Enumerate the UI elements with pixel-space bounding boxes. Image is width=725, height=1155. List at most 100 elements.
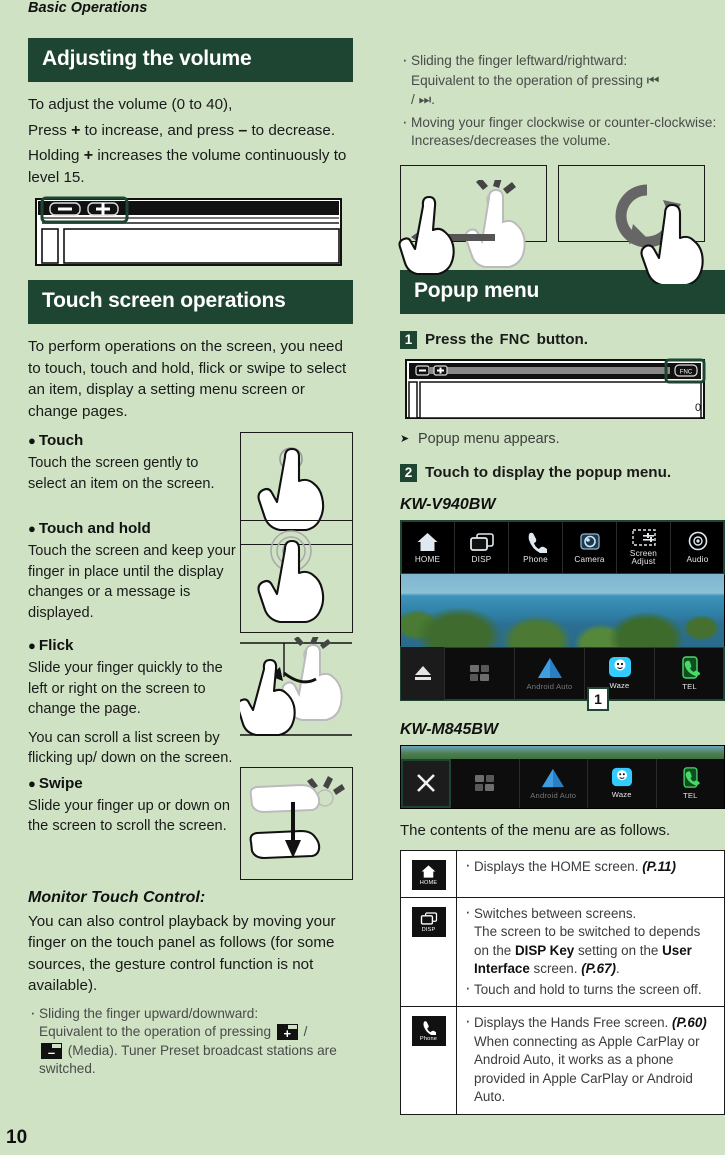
gesture-flick-desc-2: You can scroll a list screen by flicking… [28,729,233,767]
volume-line-2-c: to decrease. [251,121,336,139]
display-switch-icon [469,532,494,551]
gesture-touch-hold-desc: Touch the screen and keep your finger in… [28,543,236,621]
desc-text: Displays the HOME screen. [474,858,643,874]
monitor-touch-control-heading: Monitor Touch Control: [28,888,206,906]
volume-line-3: Holding + increases the volume continuou… [28,145,353,188]
step-1-text-a: Press the [425,330,494,348]
gesture-note-rotate: Moving your finger clockwise or counter-… [400,113,725,151]
gesture-flick-desc: Slide your finger quickly to the left or… [28,660,223,717]
eject-icon [414,666,431,680]
gesture-touch-and-hold: ● Touch and hold Touch the screen and kee… [28,520,353,633]
popup-key-android-auto[interactable]: Android Auto [515,646,585,700]
volume-line-2-a: Press [28,121,67,139]
table-row-desc-disp: Switches between screens. The screen to … [456,897,725,1007]
table-row-icon-disp: DISP [400,897,457,1007]
monitor-touch-bullet-updown: Sliding the finger upward/downward: Equi… [28,1004,353,1079]
plus-symbol: + [71,121,81,139]
manual-page: Basic Operations Adjusting the volume To… [0,0,725,1155]
step-1-number: 1 [400,330,417,349]
popup2-key-tel-label: TEL [682,790,698,800]
popup-key-apps[interactable] [445,646,515,700]
minus-symbol: – [238,121,248,139]
step-1: 1 Press the FNC button. [400,330,725,350]
popup2-key-apps[interactable] [451,758,520,808]
popup-key-audio-label: Audio [686,554,709,564]
left-column: Adjusting the volume To adjust the volum… [28,38,353,1079]
audio-disc-icon [688,531,707,550]
popup2-photo-strip [401,745,724,759]
step-2-number: 2 [400,463,417,482]
popup-key-home[interactable]: HOME [401,520,455,574]
popup-bottom-row: Android Auto Waze TEL [400,645,725,701]
note-period: . [431,92,435,107]
step-1-text-b: button. [536,330,589,348]
home-icon: HOME [411,859,446,890]
gesture-touch-hold-illustration [240,520,353,633]
menu-desc-list: Displays the Hands Free screen. (P.60) W… [463,1012,718,1107]
gesture-flick: ● Flick Slide your finger quickly to the … [28,637,353,769]
menu-desc-item: Switches between screens. The screen to … [463,903,718,979]
popup-key-android-auto-label: Android Auto [526,681,573,691]
table-icon-label: Phone [419,1036,438,1042]
tel-icon [683,766,700,788]
popup2-key-android-auto[interactable]: Android Auto [520,758,588,808]
phone-handset-icon [528,532,547,553]
note-rotate-text: Moving your finger clockwise or counter-… [411,114,717,149]
menu-desc-list: Displays the HOME screen. (P.11) [463,856,718,877]
menu-contents-table: HOME Displays the HOME screen. (P.11) [400,849,725,1115]
popup2-key-waze[interactable]: Waze [588,758,657,808]
home-icon [417,532,438,551]
step-1-result: Popup menu appears. [400,431,725,447]
menu-desc-item: Displays the Hands Free screen. (P.60) W… [463,1012,718,1107]
popup-menu-screen-kw-v940bw: HOME DISP Phone Camera Screen Adjust Aud… [400,519,725,711]
table-row-desc-phone: Displays the Hands Free screen. (P.60) W… [457,1007,725,1115]
table-row: HOME Displays the HOME screen. (P.11) [400,850,725,898]
popup2-key-android-auto-label: Android Auto [530,790,577,800]
popup-key-disp[interactable]: DISP [455,520,509,574]
model-label-kw-v940bw: KW-V940BW [400,495,496,513]
table-row-desc-home: Displays the HOME screen. (P.11) [456,850,725,898]
volume-line-3-a: Holding [28,147,80,164]
popup-key-eject[interactable] [401,646,445,700]
popup-key-tel[interactable]: TEL [655,647,724,700]
desc-text: . [615,961,620,976]
tel-icon [681,655,700,679]
bullet-updown-b: Equivalent to the operation of pressing [39,1024,272,1039]
phone-handset-icon: Phone [411,1016,446,1046]
volume-line-2: Press + to increase, and press – to decr… [28,120,353,142]
volume-faceplate-illustration [28,196,353,268]
svg-text:0: 0 [695,402,701,414]
section-heading-touch-screen-operations: Touch screen operations [28,280,353,324]
waze-icon [611,767,632,787]
menu-desc-item: Displays the HOME screen. (P.11) [463,856,718,877]
desc-text: screen. [529,961,582,976]
gesture-flick-illustration [240,637,353,750]
bullet-dot-icon: ● [28,638,36,653]
table-row: DISP Switches between screens. The scree… [400,897,725,1007]
note-separator: / [411,92,415,107]
fnc-faceplate-illustration: FNC 0 [400,358,725,420]
popup-key-audio[interactable]: Audio [671,521,724,574]
popup2-key-close[interactable] [401,758,451,808]
popup2-key-tel[interactable]: TEL [657,759,725,808]
page-number: 10 [6,1127,28,1148]
menu-desc-list: Switches between screens. The screen to … [463,903,718,1000]
popup-menu-screen-kw-m845bw: Android Auto Waze TEL [400,744,725,809]
volume-line-1: To adjust the volume (0 to 40), [28,96,233,113]
gesture-note-leftright: Sliding the finger leftward/rightward: E… [400,51,725,110]
popup-key-disp-label: DISP [471,554,492,564]
popup-key-screen-adjust[interactable]: Screen Adjust [617,520,671,574]
menu-desc-item: Touch and hold to turns the screen off. [463,979,718,1000]
apps-grid-icon [469,665,489,681]
popup-key-phone[interactable]: Phone [509,520,563,574]
android-auto-icon [537,657,562,678]
popup-key-camera[interactable]: Camera [563,520,617,574]
right-column: Sliding the finger leftward/rightward: E… [398,51,725,1115]
folder-plus-icon: + [276,1024,298,1040]
gesture-touch-desc: Touch the screen gently to select an ite… [28,455,215,492]
popup-key-home-label: HOME [414,554,441,564]
waze-icon [608,657,631,677]
step-1-text: Press the FNC button. [425,330,588,350]
callout-marker-1: 1 [587,686,609,711]
close-x-icon [416,774,435,792]
